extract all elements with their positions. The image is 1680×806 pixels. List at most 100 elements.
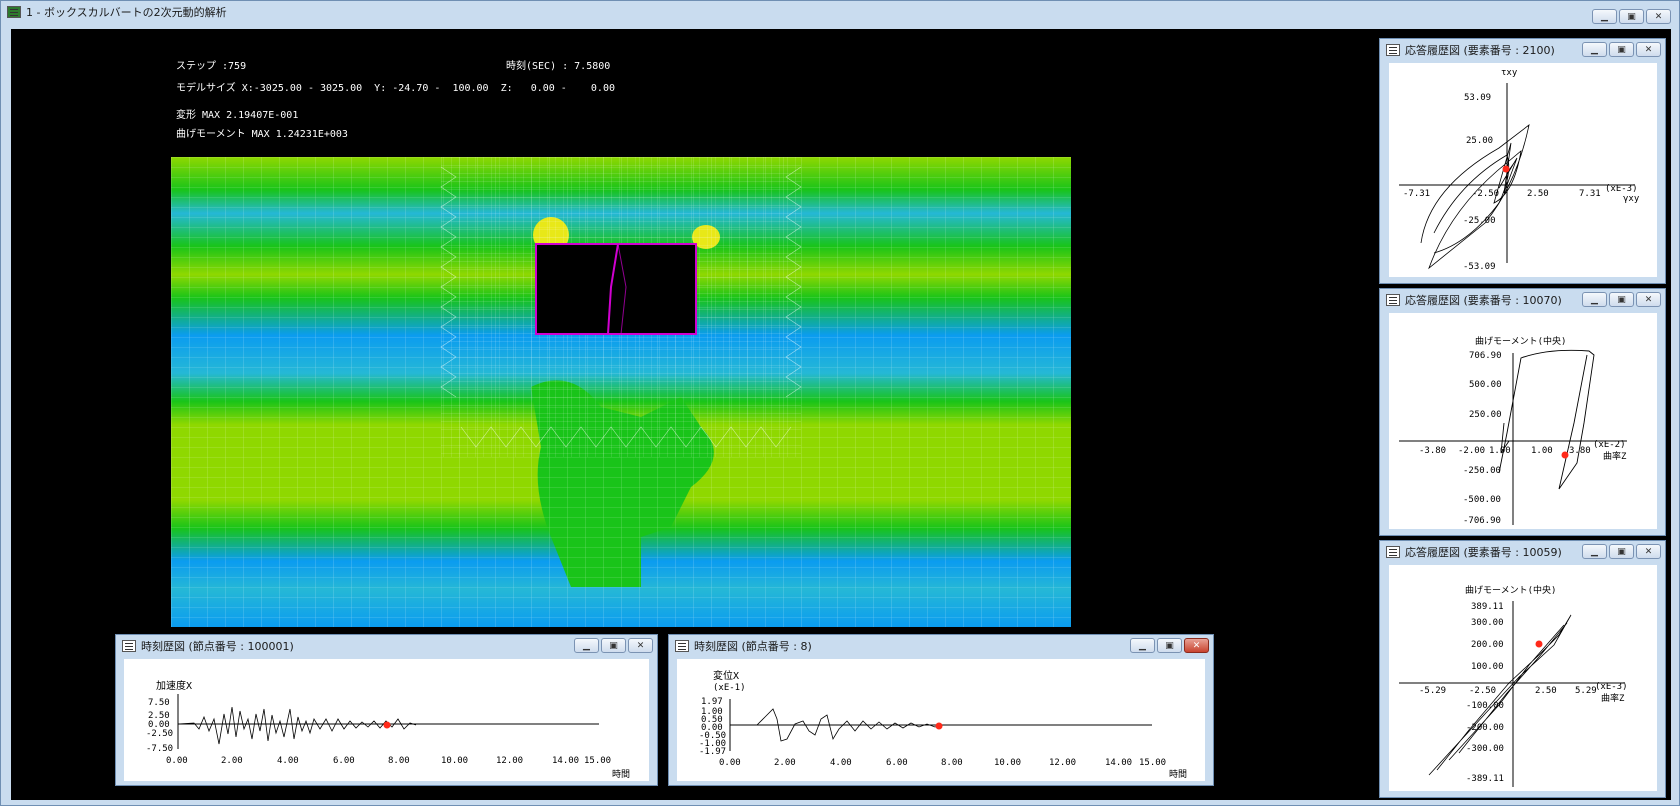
resp2-chart: 曲げモーメント(中央) 曲率Z (xE-2) 706.90 500.00 250…	[1399, 335, 1627, 526]
resp1-maximize-button[interactable]: ▣	[1609, 42, 1634, 57]
time1-xtick-2: 4.00	[277, 756, 299, 766]
minimize-button[interactable]: ▁	[1592, 9, 1617, 24]
model-size-label: モデルサイズ X:-3025.00 - 3025.00 Y: -24.70 - …	[176, 83, 615, 94]
time2-xtick-6: 12.00	[1049, 758, 1076, 768]
resp1-title: 応答履歴図 (要素番号 : 2100)	[1405, 44, 1555, 57]
resp1-xtick-1: -2.50	[1472, 189, 1499, 199]
resp2-plot-area: 曲げモーメント(中央) 曲率Z (xE-2) 706.90 500.00 250…	[1389, 313, 1657, 529]
main-titlebar[interactable]: 1 - ボックスカルバートの2次元動的解析	[1, 1, 1679, 23]
resp1-minimize-button[interactable]: ▁	[1582, 42, 1607, 57]
time1-acceleration-trace	[177, 706, 417, 745]
resp2-xlabel: 曲率Z	[1603, 450, 1627, 462]
resp1-xtick-0: -7.31	[1403, 189, 1430, 199]
resp3-plot-area: 曲げモーメント(中央) 曲率Z (xE-3) 389.11 300.00 200…	[1389, 565, 1657, 791]
resp2-ytick-3: -250.00	[1463, 466, 1501, 476]
close-button[interactable]: ✕	[1646, 9, 1671, 24]
time2-xtick-3: 6.00	[886, 758, 908, 768]
time1-xtick-0: 0.00	[166, 756, 188, 766]
time-history-window-100001[interactable]: 時刻歴図 (節点番号 : 100001) ▁ ▣ ✕ 加速度X 時間 7.50 …	[115, 634, 658, 786]
time1-close-button[interactable]: ✕	[628, 638, 653, 653]
resp2-minimize-button[interactable]: ▁	[1582, 292, 1607, 307]
chart-icon	[675, 640, 689, 652]
time1-maximize-button[interactable]: ▣	[601, 638, 626, 653]
resp3-ytick-0: 389.11	[1471, 602, 1504, 612]
moment-max-label: 曲げモーメント MAX 1.24231E+003	[176, 129, 348, 140]
resp2-ytick-0: 706.90	[1469, 351, 1502, 361]
deform-max-label: 変形 MAX 2.19407E-001	[176, 110, 299, 121]
resp3-ytick-1: 300.00	[1471, 618, 1504, 628]
resp3-xtick-0: -5.29	[1419, 686, 1446, 696]
resp1-ytick-3: -53.09	[1463, 262, 1496, 272]
resp3-ylabel: 曲げモーメント(中央)	[1465, 584, 1556, 596]
resp3-ytick-2: 200.00	[1471, 640, 1504, 650]
resp2-close-button[interactable]: ✕	[1636, 292, 1661, 307]
resp1-xlabel: γxy	[1623, 194, 1640, 204]
resp2-xtick-1: -2.00	[1458, 446, 1485, 456]
resp1-plot-area: τxy γxy (xE-3) 53.09 25.00 -25.00 -53.09…	[1389, 63, 1657, 277]
resp2-xtick-2: 1.00	[1489, 446, 1511, 456]
resp1-ytick-0: 53.09	[1464, 93, 1491, 103]
time2-chart: 変位X (xE-1) 時間 1.97 1.00 0.50 0.00 -0.50 …	[699, 669, 1187, 780]
resp3-unit: (xE-3)	[1595, 682, 1628, 692]
time2-current-marker	[935, 722, 943, 730]
time2-close-button[interactable]: ✕	[1184, 638, 1209, 653]
resp2-ylabel: 曲げモーメント(中央)	[1475, 335, 1566, 347]
resp2-ytick-5: -706.90	[1463, 516, 1501, 526]
time-label: 時刻(SEC) : 7.5800	[506, 61, 611, 72]
time1-current-marker	[383, 721, 391, 729]
resp3-maximize-button[interactable]: ▣	[1609, 544, 1634, 559]
time1-xtick-8: 15.00	[584, 756, 611, 766]
time1-ytick-3: -2.50	[146, 729, 173, 739]
time2-ytick-6: -1.97	[699, 747, 726, 757]
response-window-10070[interactable]: 応答履歴図 (要素番号 : 10070) ▁ ▣ ✕ 曲げモーメント(中央) 曲…	[1379, 288, 1666, 536]
time1-xtick-6: 12.00	[496, 756, 523, 766]
resp2-ytick-4: -500.00	[1463, 495, 1501, 505]
resp3-chart: 曲げモーメント(中央) 曲率Z (xE-3) 389.11 300.00 200…	[1399, 584, 1628, 787]
resp3-title: 応答履歴図 (要素番号 : 10059)	[1405, 546, 1562, 559]
time2-plot-area: 変位X (xE-1) 時間 1.97 1.00 0.50 0.00 -0.50 …	[677, 659, 1205, 781]
chart-icon	[1386, 44, 1400, 56]
resp1-chart: τxy γxy (xE-3) 53.09 25.00 -25.00 -53.09…	[1399, 68, 1640, 272]
resp3-minimize-button[interactable]: ▁	[1582, 544, 1607, 559]
resp1-ytick-1: 25.00	[1466, 136, 1493, 146]
time1-xlabel: 時間	[612, 769, 630, 780]
resp2-xtick-0: -3.80	[1419, 446, 1446, 456]
resp3-xtick-3: 5.29	[1575, 686, 1597, 696]
time2-xtick-1: 2.00	[774, 758, 796, 768]
time1-title: 時刻歴図 (節点番号 : 100001)	[141, 640, 294, 653]
resp3-xtick-1: -2.50	[1469, 686, 1496, 696]
time2-xtick-5: 10.00	[994, 758, 1021, 768]
time2-xtick-2: 4.00	[830, 758, 852, 768]
time1-minimize-button[interactable]: ▁	[574, 638, 599, 653]
time2-maximize-button[interactable]: ▣	[1157, 638, 1182, 653]
time1-xtick-7: 14.00	[552, 756, 579, 766]
resp3-close-button[interactable]: ✕	[1636, 544, 1661, 559]
time-history-window-8[interactable]: 時刻歴図 (節点番号 : 8) ▁ ▣ ✕ 変位X (xE-1) 時間 1.97…	[668, 634, 1214, 786]
time1-xtick-5: 10.00	[441, 756, 468, 766]
time1-xtick-3: 6.00	[333, 756, 355, 766]
resp1-close-button[interactable]: ✕	[1636, 42, 1661, 57]
resp2-ytick-1: 500.00	[1469, 380, 1502, 390]
resp3-ytick-6: -300.00	[1466, 744, 1504, 754]
resp2-ytick-2: 250.00	[1469, 410, 1502, 420]
time2-xtick-8: 15.00	[1139, 758, 1166, 768]
response-window-2100[interactable]: 応答履歴図 (要素番号 : 2100) ▁ ▣ ✕ τxy γxy (xE-3)…	[1379, 38, 1666, 284]
resp1-ylabel: τxy	[1501, 68, 1518, 78]
resp2-maximize-button[interactable]: ▣	[1609, 292, 1634, 307]
resp1-ytick-2: -25.00	[1463, 216, 1496, 226]
resp1-current-marker	[1502, 165, 1510, 173]
app-icon	[7, 6, 21, 18]
resp3-current-marker	[1535, 640, 1543, 648]
chart-icon	[1386, 294, 1400, 306]
time2-ytick-0: 1.97	[701, 697, 723, 707]
time2-unit: (xE-1)	[713, 683, 746, 693]
time2-minimize-button[interactable]: ▁	[1130, 638, 1155, 653]
maximize-button[interactable]: ▣	[1619, 9, 1644, 24]
resp2-title: 応答履歴図 (要素番号 : 10070)	[1405, 294, 1562, 307]
time1-chart: 加速度X 時間 7.50 2.50 0.00 -2.50 -7.50 0.00 …	[146, 679, 630, 780]
time1-xtick-4: 8.00	[388, 756, 410, 766]
step-label: ステップ :759	[176, 61, 247, 72]
time1-ytick-4: -7.50	[146, 744, 173, 754]
time2-xtick-7: 14.00	[1105, 758, 1132, 768]
response-window-10059[interactable]: 応答履歴図 (要素番号 : 10059) ▁ ▣ ✕ 曲げモーメント(中央) 曲…	[1379, 540, 1666, 798]
